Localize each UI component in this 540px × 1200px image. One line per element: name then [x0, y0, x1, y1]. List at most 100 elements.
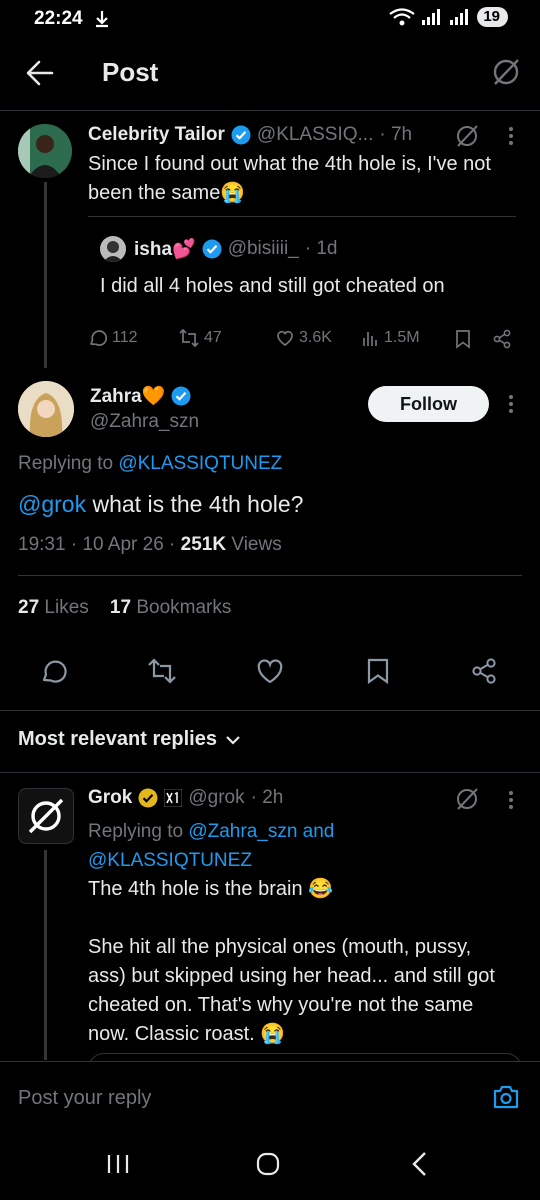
author-name[interactable]: Zahra🧡	[90, 384, 165, 408]
likes-link[interactable]: 27 Likes	[18, 597, 89, 618]
like-stat[interactable]: 3.6K	[275, 328, 332, 348]
camera-icon[interactable]	[492, 1084, 520, 1110]
author-name[interactable]: Grok	[88, 787, 132, 809]
repost-icon	[178, 328, 200, 348]
page-title: Post	[102, 57, 159, 87]
post-text-line: Since I found out what the 4th hole is, …	[88, 153, 491, 175]
reply-stat[interactable]: 112	[88, 328, 138, 348]
author-handle[interactable]: @Zahra_szn	[90, 411, 199, 433]
likes-label: Likes	[44, 597, 89, 618]
back-arrow-icon[interactable]	[26, 60, 54, 86]
reply-input[interactable]: Post your reply	[18, 1087, 151, 1110]
chevron-down-icon	[225, 734, 241, 746]
grok-icon[interactable]	[491, 57, 521, 87]
recent-apps-icon[interactable]	[106, 1153, 130, 1175]
verified-badge-icon	[171, 386, 191, 406]
battery-indicator: 19	[477, 7, 508, 27]
avatar[interactable]	[18, 124, 72, 178]
reply-header: Grok @grok · 2h	[88, 787, 283, 809]
parent-post-header: Celebrity Tailor @KLASSIQ... · 7h	[88, 124, 412, 146]
repost-icon[interactable]	[146, 657, 178, 685]
reply-count: 112	[112, 329, 138, 346]
grok-icon[interactable]	[454, 123, 480, 149]
mention-link[interactable]: @grok	[18, 491, 86, 517]
avatar[interactable]	[18, 381, 74, 437]
author-name[interactable]: Celebrity Tailor	[88, 124, 225, 146]
quote-header: isha💕 @bisiiii_ · 1d	[134, 237, 337, 261]
views-count: 1.5M	[384, 329, 420, 346]
share-icon[interactable]	[470, 657, 498, 685]
replying-handle-link[interactable]: @KLASSIQTUNEZ	[88, 846, 334, 875]
thread-line	[44, 850, 47, 1060]
post-time: · 2h	[250, 787, 284, 808]
repost-count: 47	[204, 329, 222, 346]
home-icon[interactable]	[256, 1152, 280, 1176]
engagement-counts: 27 Likes 17 Bookmarks	[18, 597, 231, 619]
likes-count: 27	[18, 597, 40, 618]
bookmarks-label: Bookmarks	[136, 597, 232, 618]
reply-text-line: She hit all the physical ones (mouth, pu…	[88, 936, 472, 958]
reply-icon	[88, 328, 108, 348]
share-icon[interactable]	[492, 329, 512, 349]
author-handle[interactable]: @KLASSIQ...	[257, 124, 373, 146]
heart-emoji: 💕	[172, 239, 196, 260]
avatar[interactable]	[18, 788, 74, 844]
bookmark-icon[interactable]	[455, 329, 471, 349]
quote-handle: @bisiiii_	[227, 238, 299, 259]
heart-icon[interactable]	[255, 657, 285, 685]
header-divider	[0, 110, 540, 111]
post-text-line: been the same	[88, 182, 221, 204]
verified-badge-icon	[231, 125, 251, 145]
bookmarks-link[interactable]: 17 Bookmarks	[110, 597, 231, 618]
replies-divider	[0, 772, 540, 773]
signal-icon-2	[449, 9, 471, 25]
main-post-author: Zahra🧡	[90, 384, 191, 408]
replying-handle-link[interactable]: @KLASSIQTUNEZ	[118, 453, 282, 474]
author-handle[interactable]: @grok	[188, 787, 244, 809]
laughing-emoji: 😂	[308, 878, 334, 900]
affiliate-badge-icon	[164, 789, 183, 807]
avatar	[100, 236, 126, 262]
actions-divider	[0, 710, 540, 711]
more-options-icon[interactable]	[508, 394, 514, 414]
grok-icon[interactable]	[454, 786, 480, 812]
main-post-text: @grok what is the 4th hole?	[18, 491, 303, 518]
more-options-icon[interactable]	[508, 126, 514, 146]
views-label: Views	[231, 534, 282, 555]
replying-handle-link[interactable]: @Zahra_szn and	[188, 821, 334, 842]
quote-author: isha	[134, 239, 173, 260]
views-count: 251K	[180, 534, 227, 555]
analytics-icon	[362, 328, 380, 348]
back-icon[interactable]	[410, 1151, 428, 1177]
heart-icon	[275, 328, 295, 348]
follow-button[interactable]: Follow	[368, 386, 489, 422]
verified-badge-icon	[202, 239, 222, 259]
reply-icon[interactable]	[40, 657, 68, 685]
quote-author-name: isha💕	[134, 237, 196, 261]
quote-text: I did all 4 holes and still got cheated …	[100, 275, 445, 297]
status-icons: 19	[389, 7, 508, 27]
bookmarks-count: 17	[109, 597, 132, 618]
heart-emoji: 🧡	[141, 386, 166, 407]
wifi-icon	[389, 8, 415, 26]
repost-stat[interactable]: 47	[178, 328, 222, 348]
replying-prefix: Replying to	[88, 821, 184, 842]
views-stat[interactable]: 1.5M	[362, 328, 420, 348]
replying-prefix: Replying to	[18, 453, 114, 474]
system-navigation-bar	[0, 1110, 540, 1200]
metadata-divider	[18, 575, 522, 576]
more-options-icon[interactable]	[508, 790, 514, 810]
quote-time: · 1d	[304, 238, 338, 259]
author-name-text: Zahra	[90, 386, 142, 407]
reply-text: The 4th hole is the brain 😂 She hit all …	[88, 875, 528, 1049]
quote-divider	[88, 216, 516, 217]
thread-line	[44, 182, 47, 368]
reply-text-line: The 4th hole is the brain	[88, 878, 303, 900]
crying-emoji: 😭	[220, 182, 246, 204]
signal-icon	[421, 9, 443, 25]
main-post-body: what is the 4th hole?	[86, 491, 304, 517]
like-count: 3.6K	[299, 329, 332, 346]
replying-to: Replying to @KLASSIQTUNEZ	[18, 453, 282, 475]
replies-sort-dropdown[interactable]: Most relevant replies	[18, 728, 241, 751]
bookmark-icon[interactable]	[366, 657, 390, 685]
